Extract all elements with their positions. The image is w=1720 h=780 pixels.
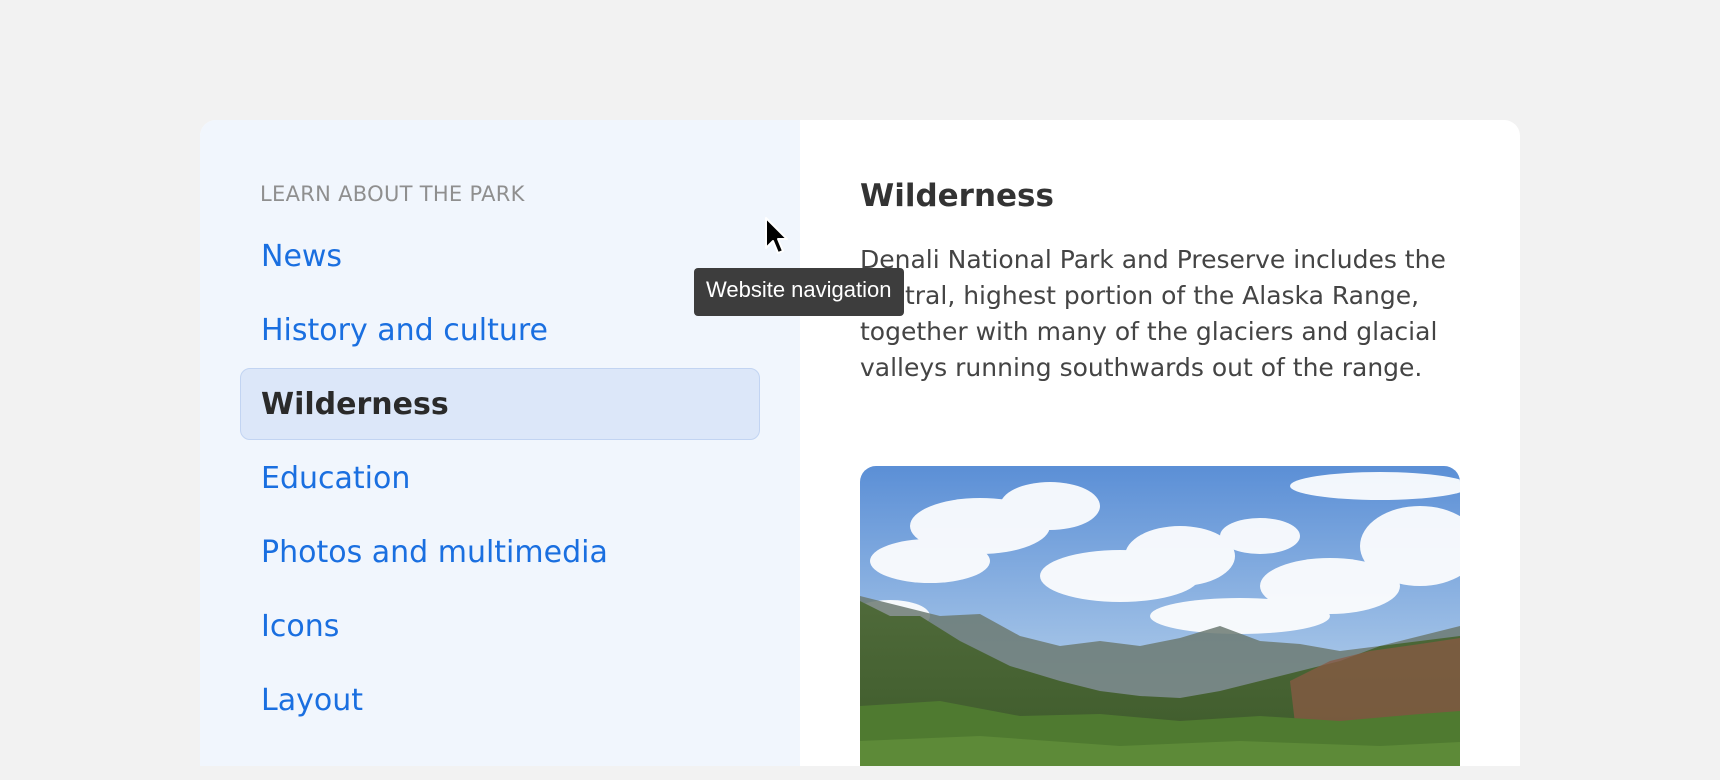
nav-item-history-and-culture[interactable]: History and culture xyxy=(240,294,760,366)
nav-item-photos-and-multimedia[interactable]: Photos and multimedia xyxy=(240,516,760,588)
nav-link-photos-and-multimedia[interactable]: Photos and multimedia xyxy=(261,535,608,570)
nav-link-icons[interactable]: Icons xyxy=(261,609,339,644)
nav-item-news[interactable]: News xyxy=(240,220,760,292)
main-content: Wilderness Denali National Park and Pres… xyxy=(800,120,1520,766)
page-background: LEARN ABOUT THE PARK News History and cu… xyxy=(0,0,1720,780)
nav-link-news[interactable]: News xyxy=(261,239,342,274)
nav-link-history-and-culture[interactable]: History and culture xyxy=(261,313,548,348)
tooltip: Website navigation xyxy=(694,268,904,316)
website-navigation: LEARN ABOUT THE PARK News History and cu… xyxy=(200,120,800,766)
nav-link-layout[interactable]: Layout xyxy=(261,683,363,718)
sidebar-heading: LEARN ABOUT THE PARK xyxy=(260,182,525,206)
nav-item-wilderness[interactable]: Wilderness xyxy=(240,368,760,440)
landscape-photo-image xyxy=(860,466,1460,766)
content-card: LEARN ABOUT THE PARK News History and cu… xyxy=(200,120,1520,766)
content-title: Wilderness xyxy=(860,178,1054,214)
nav-list: News History and culture Wilderness Educ… xyxy=(240,220,760,736)
nav-item-layout[interactable]: Layout xyxy=(240,664,760,736)
mouse-cursor-icon xyxy=(765,217,788,254)
nav-item-education[interactable]: Education xyxy=(240,442,760,514)
nav-link-wilderness[interactable]: Wilderness xyxy=(261,387,449,422)
nav-link-education[interactable]: Education xyxy=(261,461,410,496)
nav-item-icons[interactable]: Icons xyxy=(240,590,760,662)
landscape-photo xyxy=(860,466,1460,766)
content-body: Denali National Park and Preserve includ… xyxy=(860,245,1446,382)
